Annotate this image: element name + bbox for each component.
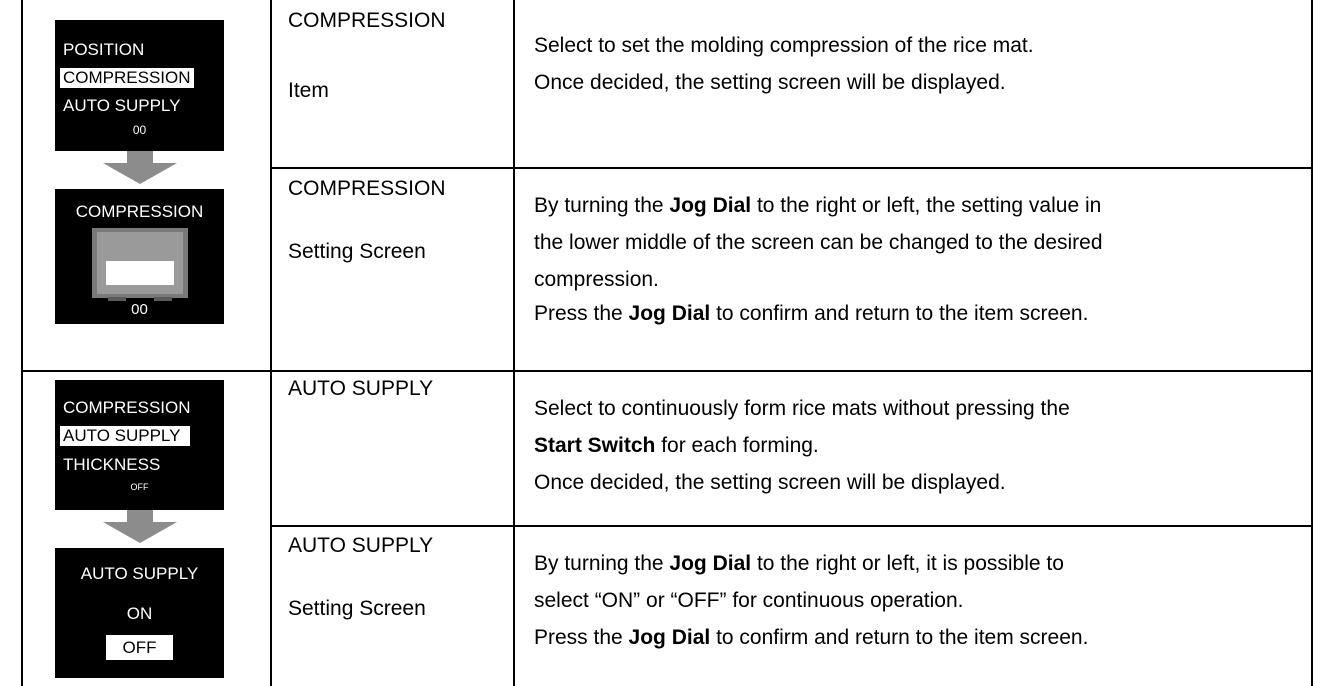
row2-line1-a: By turning the (534, 194, 670, 217)
row3-line2-c: for each forming. (655, 434, 819, 457)
row1-line1: Select to set the molding compression of… (534, 34, 1034, 57)
screen1-item-compression-selected: COMPRESSION (60, 68, 194, 88)
screen1-item-auto-supply: AUTO SUPPLY (63, 96, 181, 115)
row2-line1: By turning the Jog Dial to the right or … (534, 187, 1103, 224)
row2-line4-c: to confirm and return to the item screen… (710, 302, 1089, 325)
row2-line2: the lower middle of the screen can be ch… (534, 231, 1103, 254)
down-arrow-icon (103, 510, 177, 543)
row4-line3-c: to confirm and return to the item screen… (710, 626, 1089, 649)
table-divider-col1 (270, 0, 272, 686)
screen1-item-position: POSITION (63, 40, 145, 59)
screen4-option-off-selected: OFF (106, 635, 173, 660)
table-divider-col2 (513, 0, 515, 686)
screen3-item-thickness: THICKNESS (63, 455, 161, 474)
row1-subtitle: Item (288, 79, 329, 102)
row3-description: Select to continuously form rice mats wi… (534, 390, 1070, 501)
down-arrow-icon (103, 151, 177, 184)
screen-item-compression: POSITION COMPRESSION AUTO SUPPLY 00 (55, 20, 224, 151)
screen3-value: OFF (130, 482, 149, 492)
screen-auto-supply-setting: AUTO SUPPLY ON OFF (55, 548, 224, 678)
row2-line4-a: Press the (534, 302, 629, 325)
row2-jog-dial-1: Jog Dial (669, 194, 752, 217)
row2-line3: compression. (534, 268, 659, 291)
row-divider-1 (270, 167, 1312, 169)
row3-start-switch: Start Switch (534, 434, 656, 457)
rice-mat-box-icon (92, 228, 188, 301)
screen-item-auto-supply: COMPRESSION AUTO SUPPLY THICKNESS OFF (55, 380, 224, 510)
row4-jog-dial-1: Jog Dial (669, 552, 752, 575)
row-divider-2 (21, 370, 1312, 372)
row4-line1-c: to the right or left, it is possible to (751, 552, 1064, 575)
row3-line3: Once decided, the setting screen will be… (534, 471, 1006, 494)
table-border-left (21, 0, 23, 686)
screen2-title: COMPRESSION (75, 202, 204, 221)
row2-title: COMPRESSION (288, 177, 446, 200)
row4-line1: By turning the Jog Dial to the right or … (534, 545, 1088, 582)
row4-line3: Press the Jog Dial to confirm and return… (534, 619, 1088, 656)
row4-description: By turning the Jog Dial to the right or … (534, 545, 1088, 656)
row2-jog-dial-2: Jog Dial (628, 302, 711, 325)
screen1-value: 00 (132, 123, 147, 137)
screen3-item-compression: COMPRESSION (63, 398, 191, 417)
row3-title: AUTO SUPPLY (288, 377, 434, 400)
screen2-value: 00 (131, 301, 148, 318)
row2-description: By turning the Jog Dial to the right or … (534, 187, 1103, 329)
row4-line2: select “ON” or “OFF” for continuous oper… (534, 589, 964, 612)
row1-description: Select to set the molding compression of… (534, 27, 1034, 101)
row2-subtitle: Setting Screen (288, 240, 426, 263)
screen-compression-setting: COMPRESSION 00 (55, 189, 224, 324)
row1-title: COMPRESSION (288, 9, 446, 32)
screen3-item-auto-supply-selected: AUTO SUPPLY (60, 426, 191, 446)
row3-line2: Start Switch for each forming. (534, 427, 1070, 464)
row1-line2: Once decided, the setting screen will be… (534, 71, 1006, 94)
row2-line4: Press the Jog Dial to confirm and return… (534, 298, 1103, 329)
screen4-title: AUTO SUPPLY (80, 564, 199, 583)
screen4-option-off-label: OFF (122, 638, 157, 657)
row2-line1-c: to the right or left, the setting value … (751, 194, 1102, 217)
screen4-option-on: ON (126, 604, 153, 623)
row4-line1-a: By turning the (534, 552, 670, 575)
row3-line1: Select to continuously form rice mats wi… (534, 397, 1070, 420)
table-border-right (1311, 0, 1313, 686)
row4-subtitle: Setting Screen (288, 597, 426, 620)
row4-line3-a: Press the (534, 626, 629, 649)
row4-title: AUTO SUPPLY (288, 534, 434, 557)
row4-jog-dial-2: Jog Dial (628, 626, 711, 649)
